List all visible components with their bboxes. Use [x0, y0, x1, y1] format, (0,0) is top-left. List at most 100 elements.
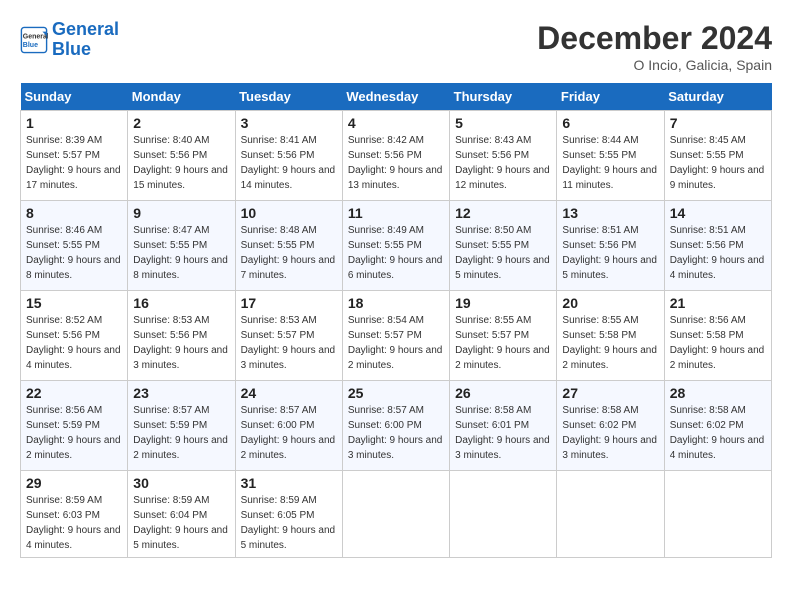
weekday-header: Wednesday — [342, 83, 449, 111]
calendar-week-row: 1 Sunrise: 8:39 AMSunset: 5:57 PMDaylight… — [21, 111, 772, 201]
empty-cell — [664, 471, 771, 558]
calendar-day-cell: 8 Sunrise: 8:46 AMSunset: 5:55 PMDaylight… — [21, 201, 128, 291]
day-info: Sunrise: 8:42 AMSunset: 5:56 PMDaylight:… — [348, 133, 444, 193]
day-number: 14 — [670, 205, 766, 221]
day-number: 16 — [133, 295, 229, 311]
calendar-day-cell: 22Sunrise: 8:56 AMSunset: 5:59 PMDayligh… — [21, 381, 128, 471]
day-info: Sunrise: 8:52 AMSunset: 5:56 PMDaylight:… — [26, 313, 122, 373]
day-info: Sunrise: 8:56 AMSunset: 5:59 PMDaylight:… — [26, 403, 122, 463]
day-number: 4 — [348, 115, 444, 131]
day-number: 7 — [670, 115, 766, 131]
empty-cell — [450, 471, 557, 558]
calendar-day-cell: 2 Sunrise: 8:40 AMSunset: 5:56 PMDaylight… — [128, 111, 235, 201]
calendar-day-cell: 21 Sunrise: 8:56 AMSunset: 5:58 PMDayligh… — [664, 291, 771, 381]
day-info: Sunrise: 8:47 AMSunset: 5:55 PMDaylight:… — [133, 223, 229, 283]
calendar-day-cell: 20 Sunrise: 8:55 AMSunset: 5:58 PMDayligh… — [557, 291, 664, 381]
day-info: Sunrise: 8:57 AMSunset: 5:59 PMDaylight:… — [133, 403, 229, 463]
day-number: 21 — [670, 295, 766, 311]
calendar-day-cell: 14 Sunrise: 8:51 AMSunset: 5:56 PMDayligh… — [664, 201, 771, 291]
day-number: 2 — [133, 115, 229, 131]
day-number: 10 — [241, 205, 337, 221]
svg-text:General: General — [23, 33, 48, 40]
day-info: Sunrise: 8:44 AMSunset: 5:55 PMDaylight:… — [562, 133, 658, 193]
day-number: 23 — [133, 385, 229, 401]
calendar-header: SundayMondayTuesdayWednesdayThursdayFrid… — [21, 83, 772, 111]
calendar-day-cell: 12 Sunrise: 8:50 AMSunset: 5:55 PMDayligh… — [450, 201, 557, 291]
weekday-header: Thursday — [450, 83, 557, 111]
logo: General Blue General Blue — [20, 20, 119, 60]
day-number: 9 — [133, 205, 229, 221]
page-header: General Blue General Blue December 2024 … — [20, 20, 772, 73]
weekday-header: Sunday — [21, 83, 128, 111]
day-info: Sunrise: 8:58 AMSunset: 6:02 PMDaylight:… — [562, 403, 658, 463]
calendar-day-cell: 9 Sunrise: 8:47 AMSunset: 5:55 PMDaylight… — [128, 201, 235, 291]
calendar-day-cell: 27 Sunrise: 8:58 AMSunset: 6:02 PMDayligh… — [557, 381, 664, 471]
day-number: 13 — [562, 205, 658, 221]
day-info: Sunrise: 8:57 AMSunset: 6:00 PMDaylight:… — [241, 403, 337, 463]
day-number: 15 — [26, 295, 122, 311]
day-info: Sunrise: 8:58 AMSunset: 6:02 PMDaylight:… — [670, 403, 766, 463]
calendar-day-cell: 28 Sunrise: 8:58 AMSunset: 6:02 PMDayligh… — [664, 381, 771, 471]
calendar-day-cell: 4 Sunrise: 8:42 AMSunset: 5:56 PMDaylight… — [342, 111, 449, 201]
day-info: Sunrise: 8:50 AMSunset: 5:55 PMDaylight:… — [455, 223, 551, 283]
day-number: 20 — [562, 295, 658, 311]
weekday-header: Tuesday — [235, 83, 342, 111]
calendar-week-row: 29Sunrise: 8:59 AMSunset: 6:03 PMDayligh… — [21, 471, 772, 558]
calendar-day-cell: 3 Sunrise: 8:41 AMSunset: 5:56 PMDaylight… — [235, 111, 342, 201]
calendar-week-row: 22Sunrise: 8:56 AMSunset: 5:59 PMDayligh… — [21, 381, 772, 471]
day-number: 27 — [562, 385, 658, 401]
calendar-day-cell: 10 Sunrise: 8:48 AMSunset: 5:55 PMDayligh… — [235, 201, 342, 291]
day-info: Sunrise: 8:46 AMSunset: 5:55 PMDaylight:… — [26, 223, 122, 283]
day-number: 31 — [241, 475, 337, 491]
day-info: Sunrise: 8:40 AMSunset: 5:56 PMDaylight:… — [133, 133, 229, 193]
calendar-day-cell: 24 Sunrise: 8:57 AMSunset: 6:00 PMDayligh… — [235, 381, 342, 471]
day-info: Sunrise: 8:51 AMSunset: 5:56 PMDaylight:… — [670, 223, 766, 283]
day-number: 28 — [670, 385, 766, 401]
day-number: 1 — [26, 115, 122, 131]
day-info: Sunrise: 8:51 AMSunset: 5:56 PMDaylight:… — [562, 223, 658, 283]
day-number: 3 — [241, 115, 337, 131]
day-info: Sunrise: 8:45 AMSunset: 5:55 PMDaylight:… — [670, 133, 766, 193]
day-number: 24 — [241, 385, 337, 401]
day-info: Sunrise: 8:41 AMSunset: 5:56 PMDaylight:… — [241, 133, 337, 193]
month-title: December 2024 — [537, 20, 772, 57]
day-number: 30 — [133, 475, 229, 491]
logo-blue: Blue — [52, 39, 91, 59]
calendar-week-row: 8 Sunrise: 8:46 AMSunset: 5:55 PMDaylight… — [21, 201, 772, 291]
day-info: Sunrise: 8:59 AMSunset: 6:04 PMDaylight:… — [133, 493, 229, 553]
day-info: Sunrise: 8:59 AMSunset: 6:05 PMDaylight:… — [241, 493, 337, 553]
calendar-day-cell: 29Sunrise: 8:59 AMSunset: 6:03 PMDayligh… — [21, 471, 128, 558]
day-info: Sunrise: 8:53 AMSunset: 5:56 PMDaylight:… — [133, 313, 229, 373]
day-info: Sunrise: 8:43 AMSunset: 5:56 PMDaylight:… — [455, 133, 551, 193]
calendar-day-cell: 25Sunrise: 8:57 AMSunset: 6:00 PMDayligh… — [342, 381, 449, 471]
calendar-table: SundayMondayTuesdayWednesdayThursdayFrid… — [20, 83, 772, 558]
day-number: 8 — [26, 205, 122, 221]
calendar-day-cell: 5Sunrise: 8:43 AMSunset: 5:56 PMDaylight… — [450, 111, 557, 201]
day-number: 26 — [455, 385, 551, 401]
calendar-day-cell: 17 Sunrise: 8:53 AMSunset: 5:57 PMDayligh… — [235, 291, 342, 381]
calendar-day-cell: 16 Sunrise: 8:53 AMSunset: 5:56 PMDayligh… — [128, 291, 235, 381]
calendar-day-cell: 6Sunrise: 8:44 AMSunset: 5:55 PMDaylight… — [557, 111, 664, 201]
weekday-header: Monday — [128, 83, 235, 111]
calendar-day-cell: 26Sunrise: 8:58 AMSunset: 6:01 PMDayligh… — [450, 381, 557, 471]
day-info: Sunrise: 8:39 AMSunset: 5:57 PMDaylight:… — [26, 133, 122, 193]
empty-cell — [557, 471, 664, 558]
logo-icon: General Blue — [20, 26, 48, 54]
calendar-day-cell: 18Sunrise: 8:54 AMSunset: 5:57 PMDayligh… — [342, 291, 449, 381]
calendar-day-cell: 19Sunrise: 8:55 AMSunset: 5:57 PMDayligh… — [450, 291, 557, 381]
day-info: Sunrise: 8:59 AMSunset: 6:03 PMDaylight:… — [26, 493, 122, 553]
day-info: Sunrise: 8:56 AMSunset: 5:58 PMDaylight:… — [670, 313, 766, 373]
calendar-day-cell: 7 Sunrise: 8:45 AMSunset: 5:55 PMDaylight… — [664, 111, 771, 201]
calendar-day-cell: 30 Sunrise: 8:59 AMSunset: 6:04 PMDayligh… — [128, 471, 235, 558]
day-number: 12 — [455, 205, 551, 221]
day-number: 17 — [241, 295, 337, 311]
day-info: Sunrise: 8:55 AMSunset: 5:57 PMDaylight:… — [455, 313, 551, 373]
calendar-body: 1 Sunrise: 8:39 AMSunset: 5:57 PMDaylight… — [21, 111, 772, 558]
location-subtitle: O Incio, Galicia, Spain — [537, 57, 772, 73]
day-info: Sunrise: 8:55 AMSunset: 5:58 PMDaylight:… — [562, 313, 658, 373]
day-info: Sunrise: 8:49 AMSunset: 5:55 PMDaylight:… — [348, 223, 444, 283]
day-info: Sunrise: 8:53 AMSunset: 5:57 PMDaylight:… — [241, 313, 337, 373]
day-info: Sunrise: 8:48 AMSunset: 5:55 PMDaylight:… — [241, 223, 337, 283]
title-block: December 2024 O Incio, Galicia, Spain — [537, 20, 772, 73]
calendar-week-row: 15 Sunrise: 8:52 AMSunset: 5:56 PMDayligh… — [21, 291, 772, 381]
